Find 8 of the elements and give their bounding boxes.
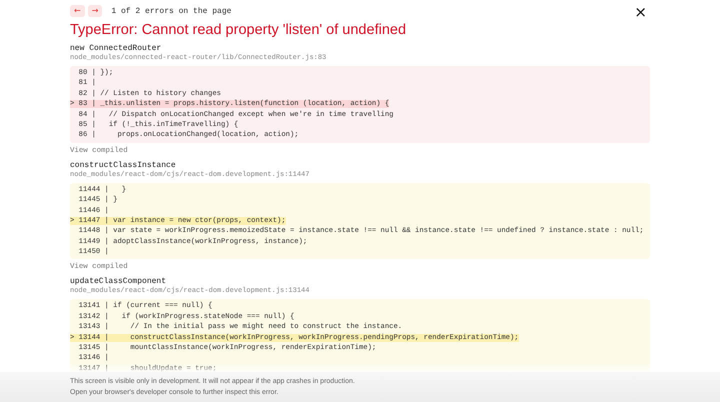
- function-name: new ConnectedRouter: [70, 44, 162, 54]
- function-name: constructClassInstance: [70, 160, 177, 170]
- function-name: updateClassComponent: [70, 277, 168, 286]
- close-button[interactable]: ×: [634, 5, 647, 19]
- error-counter: 1 of 2 errors on the page: [111, 6, 232, 16]
- next-error-button[interactable]: →: [88, 5, 102, 17]
- previous-error-button[interactable]: ←: [70, 5, 85, 17]
- error-title: TypeError: Cannot read property 'listen' of undefined: [70, 22, 408, 38]
